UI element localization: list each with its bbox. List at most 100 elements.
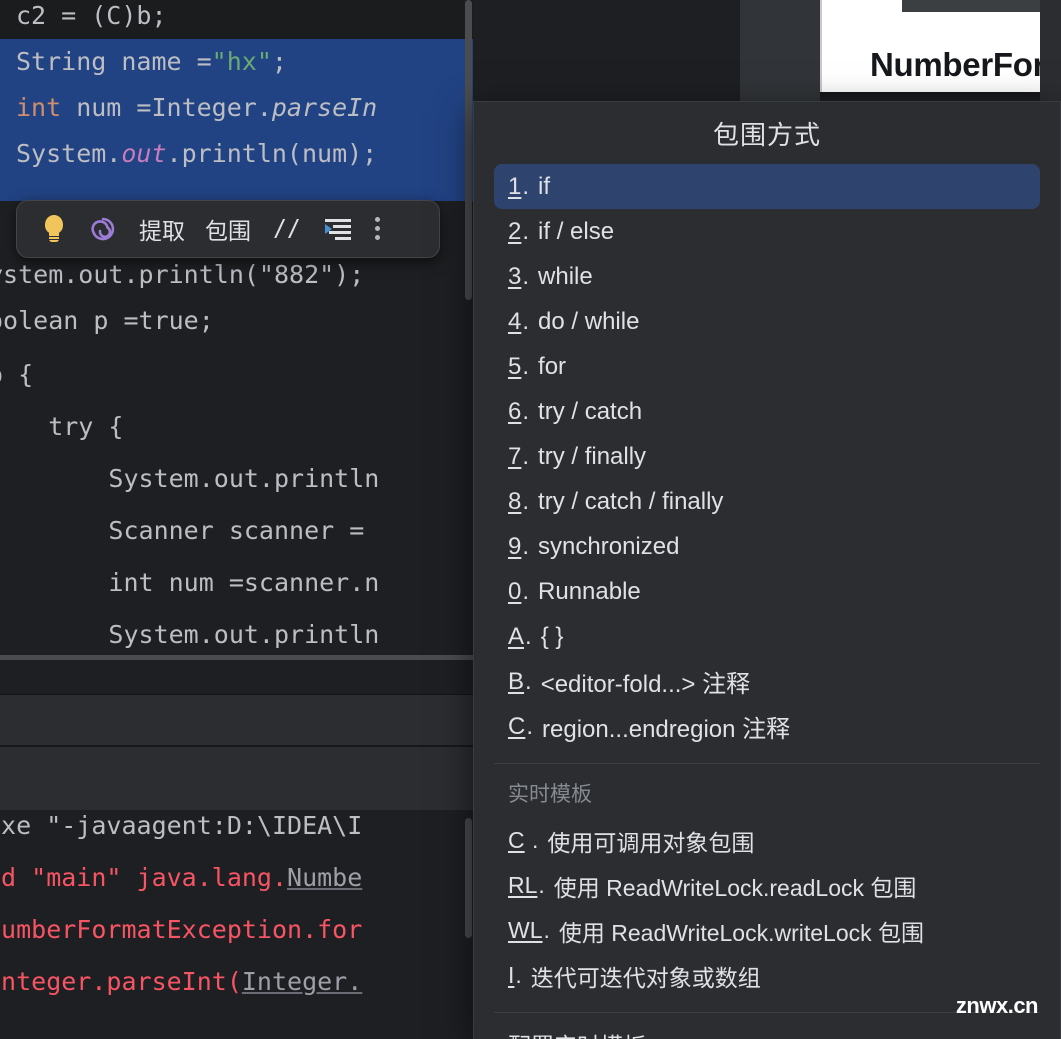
item-label: while bbox=[538, 262, 593, 290]
surround-item-if[interactable]: 1. if bbox=[494, 164, 1040, 209]
console-line: ad "main" java.lang.Numbe bbox=[0, 863, 363, 892]
screen-root: NumberFor c2 = (C)b; String name ="hx"; … bbox=[0, 0, 1061, 1039]
reformat-button[interactable] bbox=[313, 206, 363, 252]
mnemonic: WL bbox=[508, 917, 543, 943]
item-label: Runnable bbox=[538, 577, 641, 605]
floating-action-toolbar[interactable]: 提取 包围 // bbox=[16, 200, 440, 258]
toolwindow-tab-bar[interactable] bbox=[0, 695, 473, 745]
template-item-callable[interactable]: C . 使用可调用对象包围 bbox=[494, 818, 1040, 863]
mnemonic: A bbox=[508, 622, 525, 650]
code-line: int num =scanner.n bbox=[0, 568, 380, 597]
code-line: Scanner scanner = bbox=[0, 516, 365, 545]
surround-item-synchronized[interactable]: 9. synchronized bbox=[494, 524, 1040, 569]
extract-button[interactable]: 提取 bbox=[129, 206, 195, 252]
surround-item-do-while[interactable]: 4. do / while bbox=[494, 299, 1040, 344]
mnemonic: RL bbox=[508, 872, 538, 898]
mnemonic: 2 bbox=[508, 217, 522, 245]
surround-item-try-catch[interactable]: 6. try / catch bbox=[494, 389, 1040, 434]
editor-scrollbar[interactable] bbox=[464, 0, 473, 660]
item-label: 使用 ReadWriteLock.writeLock 包围 bbox=[558, 919, 925, 946]
mnemonic: 4 bbox=[508, 307, 522, 335]
item-label: <editor-fold...> 注释 bbox=[540, 671, 751, 698]
lightbulb-icon bbox=[43, 215, 65, 243]
right-backdrop bbox=[740, 0, 820, 101]
mnemonic: 5 bbox=[508, 352, 522, 380]
surround-item-for[interactable]: 5. for bbox=[494, 344, 1040, 389]
console-link[interactable]: Integer. bbox=[242, 967, 362, 996]
mnemonic: 0 bbox=[508, 577, 522, 605]
surround-item-if-else[interactable]: 2. if / else bbox=[494, 209, 1040, 254]
code-line: System.out.println bbox=[0, 464, 380, 493]
code-line: oolean p =true; bbox=[0, 306, 214, 335]
console-line: Integer.parseInt(Integer. bbox=[0, 967, 363, 996]
console-link[interactable]: Numbe bbox=[287, 863, 362, 892]
code-line: int num =Integer.parseIn bbox=[16, 93, 378, 122]
mnemonic: 6 bbox=[508, 397, 522, 425]
item-label: { } bbox=[540, 622, 564, 650]
mnemonic: B bbox=[508, 667, 525, 695]
doc-panel-title: NumberFor bbox=[870, 46, 1046, 83]
mnemonic: I bbox=[508, 962, 515, 988]
configure-live-templates-button[interactable]: 配置实时模板 bbox=[494, 1021, 1040, 1039]
item-label: region...endregion 注释 bbox=[542, 716, 791, 743]
surround-item-while[interactable]: 3. while bbox=[494, 254, 1040, 299]
code-line: c2 = (C)b; bbox=[16, 1, 167, 30]
reformat-code-icon bbox=[324, 219, 351, 240]
template-item-iterate[interactable]: I. 迭代可迭代对象或数组 bbox=[494, 953, 1040, 998]
item-label: try / catch / finally bbox=[538, 487, 724, 515]
item-label: for bbox=[538, 352, 567, 380]
ai-assistant-button[interactable] bbox=[77, 206, 129, 252]
item-label: if bbox=[538, 172, 551, 200]
surround-item-runnable[interactable]: 0. Runnable bbox=[494, 569, 1040, 614]
item-label: try / catch bbox=[538, 397, 643, 425]
mnemonic: 9 bbox=[508, 532, 522, 560]
surround-item-braces[interactable]: A.{ } bbox=[494, 614, 1040, 659]
watermark: znwx.cn bbox=[955, 993, 1039, 1018]
surround-item-region[interactable]: C. region...endregion 注释 bbox=[494, 704, 1040, 749]
comment-button[interactable]: // bbox=[261, 206, 313, 252]
live-templates-header: 实时模板 bbox=[508, 783, 592, 806]
right-backdrop-edge bbox=[1040, 0, 1061, 101]
mnemonic: 8 bbox=[508, 487, 522, 515]
item-label: do / while bbox=[538, 307, 640, 335]
template-item-writelock[interactable]: WL. 使用 ReadWriteLock.writeLock 包围 bbox=[494, 908, 1040, 953]
more-vertical-icon bbox=[374, 216, 381, 242]
code-line: String name ="hx"; bbox=[16, 47, 287, 76]
background-doc-panel: NumberFor bbox=[820, 0, 1061, 92]
item-label: 使用可调用对象包围 bbox=[547, 829, 755, 856]
toolwindow-strip-upper bbox=[0, 660, 473, 695]
code-line: System.out.println(num); bbox=[16, 139, 378, 168]
live-templates-list: C . 使用可调用对象包围 RL. 使用 ReadWriteLock.readLoc… bbox=[474, 818, 1060, 998]
code-line: o { bbox=[0, 360, 34, 389]
surround-item-editor-fold[interactable]: B. <editor-fold...> 注释 bbox=[494, 659, 1040, 704]
mnemonic: C bbox=[508, 827, 525, 853]
ai-spiral-icon bbox=[91, 217, 115, 241]
item-label: 迭代可迭代对象或数组 bbox=[530, 964, 761, 991]
surround-item-try-catch-finally[interactable]: 8. try / catch / finally bbox=[494, 479, 1040, 524]
mnemonic: 3 bbox=[508, 262, 522, 290]
popup-title: 包围方式 bbox=[712, 119, 821, 150]
code-line: System.out.println bbox=[0, 620, 380, 649]
code-editor[interactable]: c2 = (C)b; String name ="hx"; int num =I… bbox=[0, 0, 473, 660]
template-item-readlock[interactable]: RL. 使用 ReadWriteLock.readLock 包围 bbox=[494, 863, 1040, 908]
console-line: exe "-javaagent:D:\IDEA\I bbox=[0, 811, 363, 840]
popup-footer: 配置实时模板 bbox=[474, 1021, 1060, 1039]
run-console[interactable]: exe "-javaagent:D:\IDEA\I ad "main" java… bbox=[0, 810, 473, 1039]
code-line: ystem.out.println("882"); bbox=[0, 260, 365, 289]
item-label: if / else bbox=[538, 217, 615, 245]
mnemonic: 1 bbox=[508, 172, 522, 200]
doc-panel-topbar bbox=[902, 0, 1061, 12]
surround-button[interactable]: 包围 bbox=[195, 206, 261, 252]
surround-with-popup[interactable]: 包围方式 1. if 2. if / else 3. while 4. do / whi… bbox=[473, 101, 1061, 1039]
console-scrollbar[interactable] bbox=[464, 810, 473, 1039]
more-actions-button[interactable] bbox=[363, 206, 393, 252]
surround-item-try-finally[interactable]: 7. try / finally bbox=[494, 434, 1040, 479]
item-label: try / finally bbox=[538, 442, 647, 470]
item-label: synchronized bbox=[538, 532, 680, 560]
intention-bulb-button[interactable] bbox=[31, 206, 77, 252]
toolwindow-strip-lower bbox=[0, 747, 473, 810]
console-line: NumberFormatException.for bbox=[0, 915, 363, 944]
mnemonic: C bbox=[508, 712, 526, 740]
item-label: 使用 ReadWriteLock.readLock 包围 bbox=[553, 874, 917, 901]
surround-options-list: 1. if 2. if / else 3. while 4. do / while 5.… bbox=[474, 164, 1060, 749]
